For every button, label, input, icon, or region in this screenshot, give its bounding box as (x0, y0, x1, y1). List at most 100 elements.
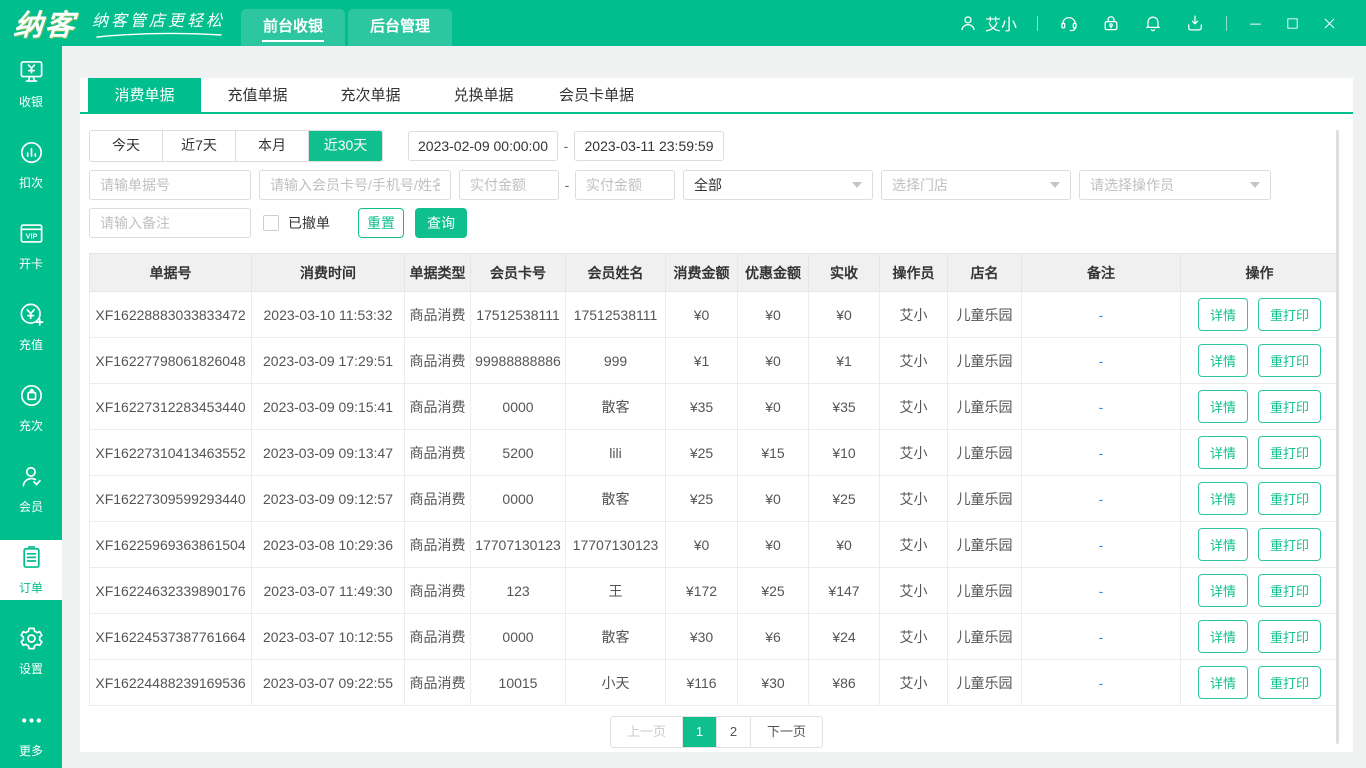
cell-type: 商品消费 (405, 476, 471, 522)
cell-store: 儿童乐园 (948, 476, 1022, 522)
cell-remark: - (1022, 430, 1181, 476)
minimize-window-icon[interactable] (1248, 16, 1263, 31)
reprint-button[interactable]: 重打印 (1258, 528, 1321, 561)
operator-select[interactable]: 请选择操作员 (1079, 170, 1271, 200)
vertical-scrollbar[interactable] (1336, 130, 1339, 744)
amount-min-input[interactable] (459, 170, 559, 200)
cell-remark: - (1022, 660, 1181, 706)
cell-type: 商品消费 (405, 384, 471, 430)
range-month-button[interactable]: 本月 (236, 131, 309, 161)
reprint-button[interactable]: 重打印 (1258, 298, 1321, 331)
tab-member-card[interactable]: 会员卡单据 (540, 78, 653, 112)
detail-button[interactable]: 详情 (1198, 344, 1248, 377)
tab-consume[interactable]: 消费单据 (88, 78, 201, 112)
prev-page-button[interactable]: 上一页 (611, 717, 683, 747)
user-menu[interactable]: 艾小 (958, 11, 1017, 35)
cell-discount: ¥0 (738, 522, 809, 568)
sidebar-item-open-card[interactable]: VIP开卡 (0, 216, 62, 276)
column-header: 消费金额 (666, 254, 738, 292)
range-today-button[interactable]: 今天 (90, 131, 163, 161)
pay-type-select[interactable]: 全部 (683, 170, 873, 200)
divider (1037, 16, 1038, 31)
tab-recharge[interactable]: 充值单据 (201, 78, 314, 112)
headset-support-icon[interactable] (1059, 13, 1079, 33)
maximize-window-icon[interactable] (1285, 16, 1300, 31)
cell-paid: ¥0 (809, 522, 880, 568)
cell-member_name: 散客 (566, 384, 666, 430)
member-search-input[interactable] (259, 170, 451, 200)
column-header: 消费时间 (252, 254, 405, 292)
date-from-input[interactable] (408, 131, 558, 161)
store-select[interactable]: 选择门店 (881, 170, 1071, 200)
cell-paid: ¥24 (809, 614, 880, 660)
sidebar-item-more[interactable]: 更多 (0, 703, 62, 763)
reprint-button[interactable]: 重打印 (1258, 620, 1321, 653)
cell-order_no: XF16228883033833472 (90, 292, 252, 338)
cell-discount: ¥0 (738, 338, 809, 384)
detail-button[interactable]: 详情 (1198, 528, 1248, 561)
detail-button[interactable]: 详情 (1198, 666, 1248, 699)
search-button[interactable]: 查询 (415, 208, 467, 238)
cell-discount: ¥30 (738, 660, 809, 706)
cancelled-checkbox[interactable] (263, 215, 279, 231)
reprint-button[interactable]: 重打印 (1258, 344, 1321, 377)
sidebar-item-recharge-times[interactable]: 充次 (0, 378, 62, 438)
download-update-icon[interactable] (1185, 13, 1205, 33)
reprint-button[interactable]: 重打印 (1258, 390, 1321, 423)
app-logo: 纳客 (12, 2, 78, 44)
orders-icon (18, 544, 45, 576)
topnav-tab-front-cashier[interactable]: 前台收银 (241, 9, 345, 46)
close-window-icon[interactable] (1322, 16, 1337, 31)
column-header: 优惠金额 (738, 254, 809, 292)
order-number-input[interactable] (89, 170, 251, 200)
reprint-button[interactable]: 重打印 (1258, 482, 1321, 515)
remark-input[interactable] (89, 208, 251, 238)
recharge-times-icon (18, 382, 45, 414)
cell-card_no: 17512538111 (471, 292, 566, 338)
cell-member_name: lili (566, 430, 666, 476)
page-button-1[interactable]: 1 (683, 717, 717, 747)
detail-button[interactable]: 详情 (1198, 482, 1248, 515)
cell-actions: 详情重打印 (1181, 568, 1339, 614)
detail-button[interactable]: 详情 (1198, 620, 1248, 653)
amount-max-input[interactable] (575, 170, 675, 200)
lock-screen-icon[interactable] (1101, 13, 1121, 33)
notification-bell-icon[interactable] (1143, 13, 1163, 33)
cell-remark: - (1022, 384, 1181, 430)
detail-button[interactable]: 详情 (1198, 436, 1248, 469)
tab-exchange[interactable]: 兑换单据 (427, 78, 540, 112)
detail-button[interactable]: 详情 (1198, 574, 1248, 607)
sidebar-item-member[interactable]: 会员 (0, 459, 62, 519)
sidebar-item-settings[interactable]: 设置 (0, 621, 62, 681)
range-7days-button[interactable]: 近7天 (163, 131, 236, 161)
sidebar-item-label: 更多 (19, 742, 43, 759)
page-button-2[interactable]: 2 (717, 717, 751, 747)
tab-recharge-times[interactable]: 充次单据 (314, 78, 427, 112)
reprint-button[interactable]: 重打印 (1258, 436, 1321, 469)
cell-store: 儿童乐园 (948, 522, 1022, 568)
topbar: 纳客 纳客管店更轻松 前台收银后台管理 艾小 (0, 0, 1366, 46)
cell-type: 商品消费 (405, 568, 471, 614)
column-header: 单据号 (90, 254, 252, 292)
sidebar-item-recharge[interactable]: 充值 (0, 297, 62, 357)
orders-table: 单据号消费时间单据类型会员卡号会员姓名消费金额优惠金额实收操作员店名备注操作 X… (89, 253, 1339, 706)
detail-button[interactable]: 详情 (1198, 390, 1248, 423)
cell-actions: 详情重打印 (1181, 476, 1339, 522)
cell-time: 2023-03-10 11:53:32 (252, 292, 405, 338)
topnav-tab-back-office[interactable]: 后台管理 (348, 9, 452, 46)
filter-row-search: - 全部 选择门店 请选择操作员 (89, 170, 1344, 200)
next-page-button[interactable]: 下一页 (751, 717, 822, 747)
sidebar-item-cashier[interactable]: 收银 (0, 54, 62, 114)
cell-actions: 详情重打印 (1181, 338, 1339, 384)
date-to-input[interactable] (574, 131, 724, 161)
sidebar-item-deduct-times[interactable]: 扣次 (0, 135, 62, 195)
range-30days-button[interactable]: 近30天 (309, 131, 382, 161)
sidebar-item-orders[interactable]: 订单 (0, 540, 62, 600)
reprint-button[interactable]: 重打印 (1258, 574, 1321, 607)
reprint-button[interactable]: 重打印 (1258, 666, 1321, 699)
column-header: 单据类型 (405, 254, 471, 292)
reset-button[interactable]: 重置 (358, 208, 404, 238)
cell-order_no: XF16227312283453440 (90, 384, 252, 430)
detail-button[interactable]: 详情 (1198, 298, 1248, 331)
cell-discount: ¥0 (738, 384, 809, 430)
